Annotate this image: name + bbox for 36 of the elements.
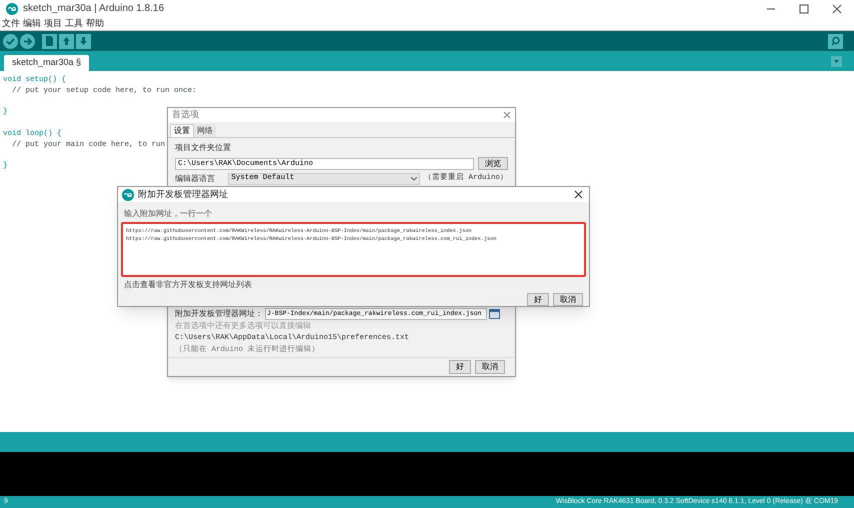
prompt-text: 输入附加网址，一行一个	[123, 208, 213, 220]
dialog-title: 附加开发板管理器网址	[138, 188, 228, 201]
menu-item[interactable]: 帮助	[86, 16, 104, 30]
ok-button[interactable]: 好	[527, 293, 549, 306]
dialog-title: 首选项	[172, 108, 199, 122]
chevron-down-icon[interactable]	[410, 177, 417, 181]
window-title: sketch_mar30a | Arduino 1.8.16	[23, 2, 164, 16]
close-icon[interactable]	[574, 190, 583, 200]
menu-item[interactable]: 项目	[44, 16, 62, 30]
menu-item[interactable]: 文件	[2, 16, 20, 30]
field-label: 项目文件夹位置	[175, 142, 232, 154]
verify-icon[interactable]	[3, 34, 18, 48]
new-file-icon[interactable]	[42, 34, 57, 48]
save-arrow-down-icon[interactable]	[76, 34, 91, 48]
upload-icon[interactable]	[20, 34, 35, 48]
menu-item[interactable]: 工具	[65, 16, 83, 30]
settings-tab[interactable]: 网络	[194, 124, 216, 137]
cancel-button[interactable]: 取消	[553, 293, 583, 306]
field-label: 附加开发板管理器网址：	[175, 308, 263, 320]
dropdown-icon[interactable]	[831, 56, 842, 67]
menu-item[interactable]: 编辑	[23, 16, 41, 30]
search-icon[interactable]	[828, 34, 843, 48]
maximize-icon[interactable]	[799, 4, 809, 14]
field-label: 编辑器语言	[175, 173, 216, 185]
urls-text-area[interactable]	[121, 222, 586, 277]
logo-icon	[6, 2, 18, 14]
unofficial-boards-link[interactable]: 点击查看非官方开发板支持网址列表	[118, 279, 589, 291]
close-icon[interactable]	[832, 4, 842, 14]
cancel-button[interactable]: 取消	[475, 360, 505, 374]
hint-text: 在首选项中还有更多选项可以直接编辑	[175, 320, 312, 332]
browse-button[interactable]: 浏览	[478, 157, 508, 170]
window-icon[interactable]	[489, 308, 500, 318]
file-tab[interactable]: sketch_mar30a §	[4, 55, 90, 71]
ok-button[interactable]: 好	[449, 360, 471, 374]
settings-tab[interactable]: 设置	[170, 124, 194, 137]
open-arrow-up-icon[interactable]	[59, 34, 74, 48]
